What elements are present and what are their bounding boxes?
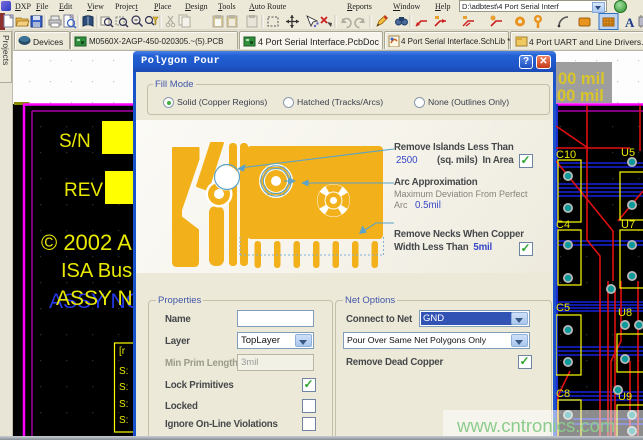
svg-text:S:: S: (119, 415, 128, 426)
svg-text:C4: C4 (556, 219, 570, 231)
svg-text:00 mil: 00 mil (557, 87, 604, 105)
svg-text:U8: U8 (618, 307, 632, 319)
svg-text:REV: REV (64, 180, 103, 201)
svg-text:S/N: S/N (59, 131, 91, 152)
svg-text:C10: C10 (556, 149, 576, 161)
svg-text:C5: C5 (556, 302, 570, 314)
svg-text:ISA Bus: ISA Bus (61, 260, 132, 282)
svg-text:[r: [r (119, 346, 126, 357)
svg-text:00 mil: 00 mil (558, 70, 605, 88)
svg-text:S:: S: (119, 399, 128, 410)
svg-text:C8: C8 (556, 388, 570, 400)
svg-text:A: A (625, 15, 635, 30)
svg-text:S:: S: (119, 366, 128, 377)
svg-text:S:: S: (119, 382, 128, 393)
svg-text:© 2002 A: © 2002 A (41, 230, 132, 255)
svg-text:U7: U7 (621, 219, 635, 231)
